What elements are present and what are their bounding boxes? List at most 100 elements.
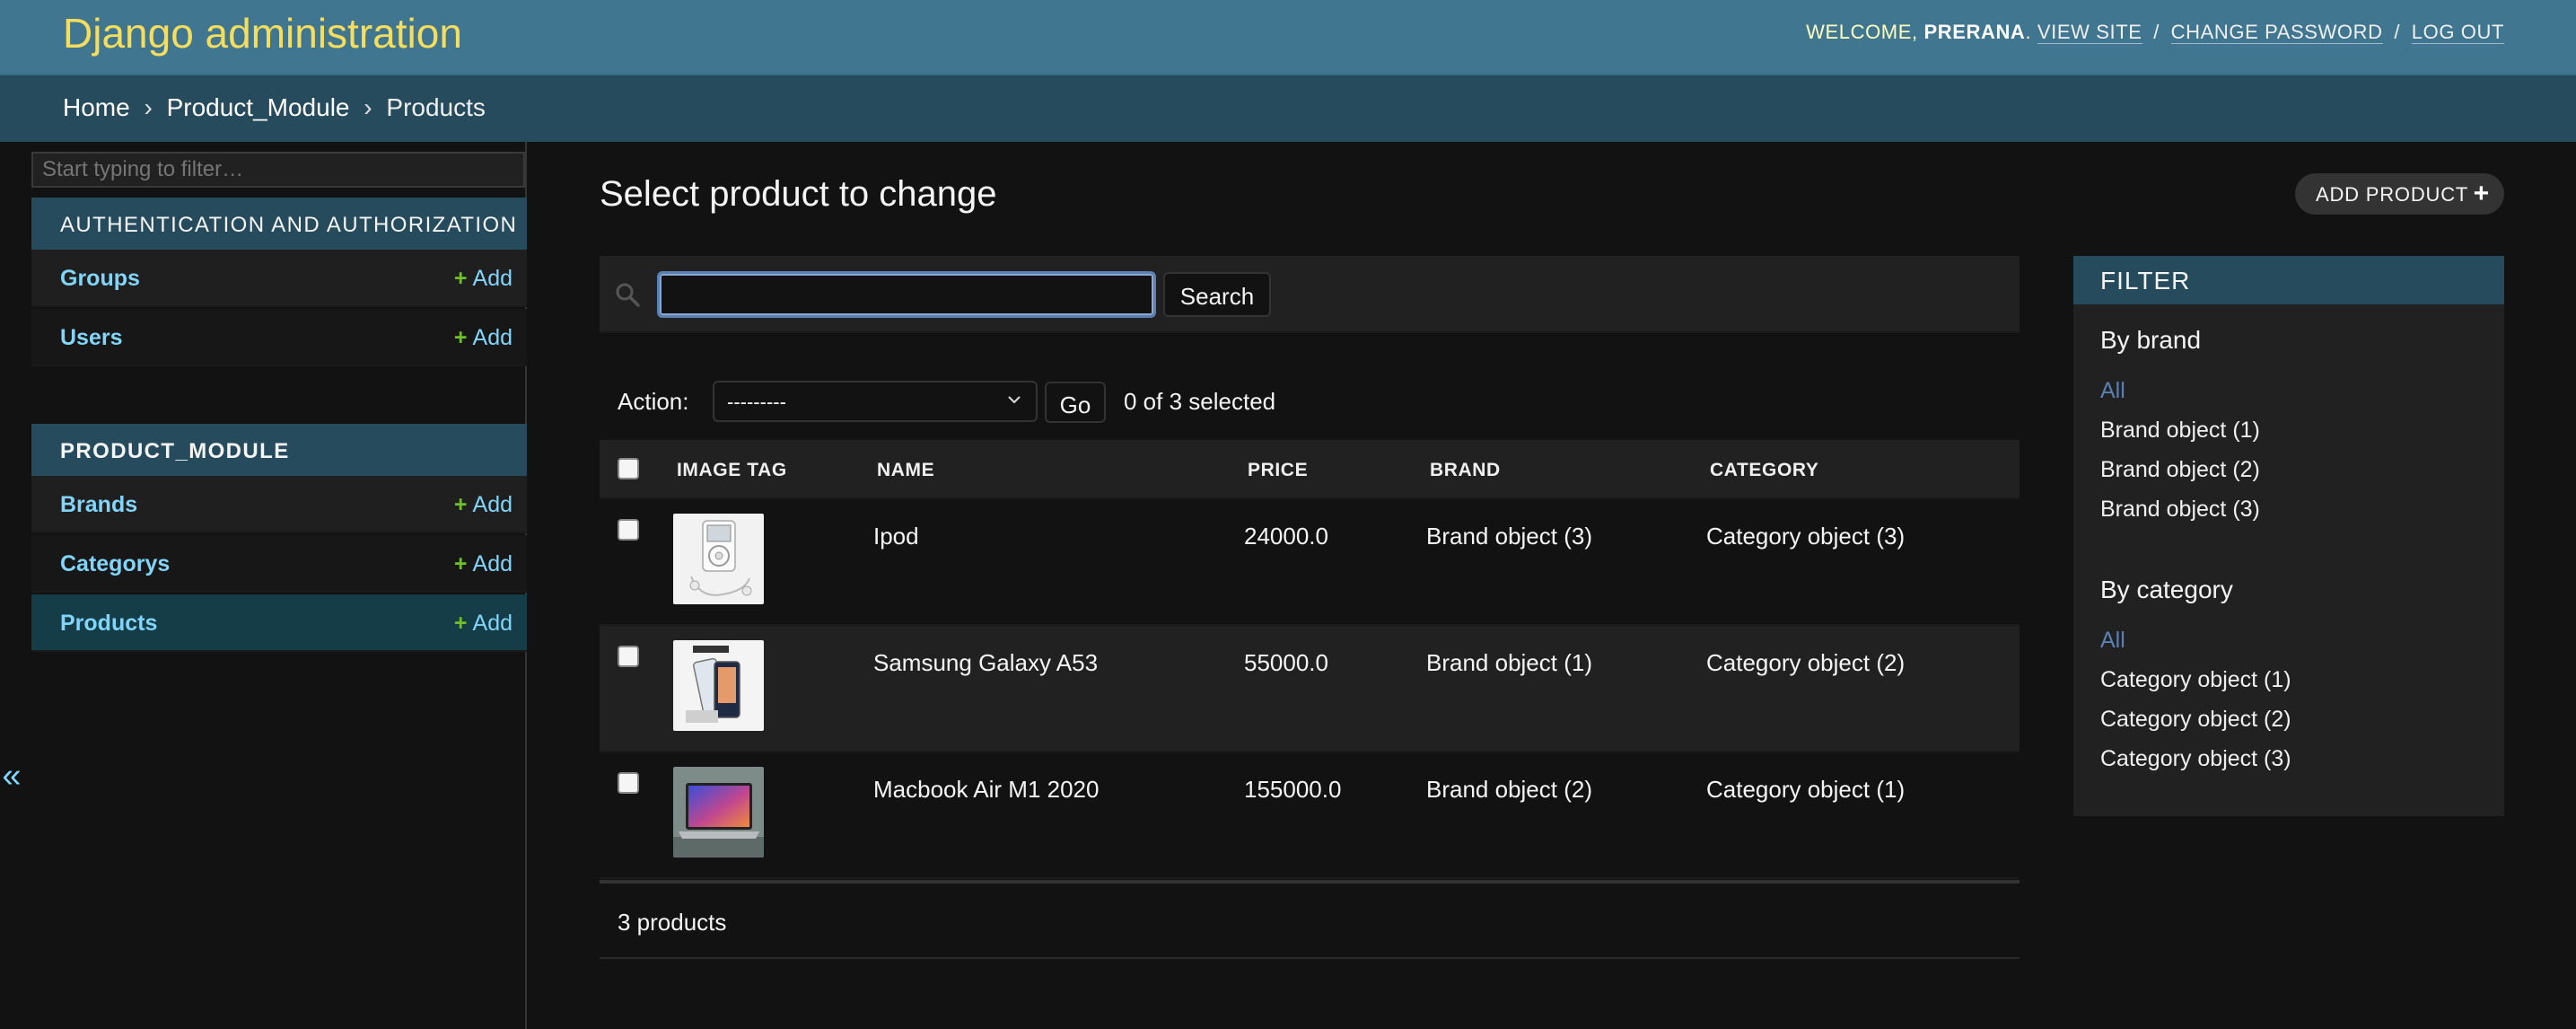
row-checkbox[interactable] xyxy=(618,646,639,667)
laptop-thumbnail xyxy=(673,767,764,858)
add-users-link[interactable]: + Add xyxy=(454,325,513,351)
sidebar-item-brands-link[interactable]: Brands xyxy=(60,492,137,518)
row-category: Category object (1) xyxy=(1706,776,1906,803)
sidebar-item-groups-link[interactable]: Groups xyxy=(60,266,140,292)
column-image-tag[interactable]: IMAGE TAG xyxy=(677,460,787,481)
row-name-link[interactable]: Samsung Galaxy A53 xyxy=(873,649,1098,677)
row-price: 24000.0 xyxy=(1244,523,1328,550)
filter-brand-option[interactable]: Brand object (1) xyxy=(2100,418,2260,444)
welcome-text: WELCOME, xyxy=(1806,21,1918,43)
user-tools-separator: / xyxy=(2394,21,2401,43)
row-checkbox[interactable] xyxy=(618,519,639,541)
add-products-link[interactable]: + Add xyxy=(454,611,513,637)
action-label: Action: xyxy=(618,388,689,415)
add-product-button[interactable]: ADD PRODUCT + xyxy=(2295,173,2504,215)
ipod-thumbnail xyxy=(673,514,764,604)
row-category: Category object (2) xyxy=(1706,649,1906,676)
welcome-period: . xyxy=(2025,21,2032,43)
table-row: Ipod 24000.0 Brand object (3) Category o… xyxy=(600,499,2020,626)
filter-title-brand: By brand xyxy=(2100,326,2202,354)
row-price: 55000.0 xyxy=(1244,649,1328,676)
sidebar-item-users: Users + Add xyxy=(31,309,527,366)
plus-icon: + xyxy=(2473,179,2490,208)
changelist-filter: FILTER By brand All Brand object (1) Bra… xyxy=(2073,256,2504,816)
sidebar-item-products-link[interactable]: Products xyxy=(60,611,157,637)
breadcrumb: Home › Product_Module › Products xyxy=(0,75,2576,142)
phone-thumbnail xyxy=(673,640,764,731)
add-product-label: ADD PRODUCT xyxy=(2316,183,2469,206)
sidebar-item-categorys: Categorys + Add xyxy=(31,535,527,593)
filter-category-option[interactable]: Category object (3) xyxy=(2100,746,2291,772)
sidebar-item-users-link[interactable]: Users xyxy=(60,325,123,351)
add-categorys-link[interactable]: + Add xyxy=(454,551,513,577)
add-brands-link[interactable]: + Add xyxy=(454,492,513,518)
breadcrumb-separator: › xyxy=(144,93,153,121)
add-label: Add xyxy=(472,325,513,350)
plus-icon: + xyxy=(453,266,468,291)
breadcrumb-home[interactable]: Home xyxy=(63,93,130,121)
table-row: Samsung Galaxy A53 55000.0 Brand object … xyxy=(600,626,2020,752)
filter-category-option[interactable]: Category object (2) xyxy=(2100,707,2291,733)
plus-icon: + xyxy=(453,492,468,517)
search-icon xyxy=(616,283,640,307)
add-label: Add xyxy=(472,492,513,517)
filter-category-option[interactable]: Category object (1) xyxy=(2100,667,2291,693)
page-title: Select product to change xyxy=(600,174,997,214)
go-button[interactable]: Go xyxy=(1045,382,1106,423)
log-out-link[interactable]: LOG OUT xyxy=(2411,21,2504,44)
nav-filter-input[interactable] xyxy=(31,152,525,188)
filter-brand-option[interactable]: Brand object (2) xyxy=(2100,457,2260,483)
row-name-link[interactable]: Ipod xyxy=(873,523,919,550)
column-price[interactable]: PRICE xyxy=(1248,460,1308,481)
row-brand: Brand object (1) xyxy=(1426,649,1592,676)
view-site-link[interactable]: VIEW SITE xyxy=(2037,21,2142,44)
search-button[interactable]: Search xyxy=(1163,272,1271,317)
header: Django administration WELCOME, PRERANA. … xyxy=(0,0,2576,75)
filter-title-category: By category xyxy=(2100,576,2233,603)
user-tools-separator: / xyxy=(2153,21,2160,43)
column-category[interactable]: CATEGORY xyxy=(1710,460,1818,481)
breadcrumb-current: Products xyxy=(386,93,486,121)
column-name[interactable]: NAME xyxy=(877,460,934,481)
table-row: Macbook Air M1 2020 155000.0 Brand objec… xyxy=(600,752,2020,879)
plus-icon: + xyxy=(453,551,468,576)
breadcrumb-module[interactable]: Product_Module xyxy=(167,93,350,121)
row-brand: Brand object (2) xyxy=(1426,776,1592,803)
chevron-down-icon xyxy=(1008,396,1021,404)
filter-header: FILTER xyxy=(2073,256,2504,304)
row-brand: Brand object (3) xyxy=(1426,523,1592,550)
action-selected-value: --------- xyxy=(727,391,786,413)
sidebar-item-groups: Groups + Add xyxy=(31,250,527,307)
select-all-checkbox[interactable] xyxy=(618,458,639,479)
module-caption-product[interactable]: PRODUCT_MODULE xyxy=(31,424,527,476)
filter-category-all[interactable]: All xyxy=(2100,628,2125,654)
add-label: Add xyxy=(472,611,513,636)
add-groups-link[interactable]: + Add xyxy=(454,266,513,292)
change-password-link[interactable]: CHANGE PASSWORD xyxy=(2170,21,2383,44)
action-select[interactable]: --------- xyxy=(713,381,1038,422)
result-count: 3 products xyxy=(618,909,727,936)
add-label: Add xyxy=(472,266,513,291)
site-branding[interactable]: Django administration xyxy=(63,9,462,57)
paginator: 3 products xyxy=(600,880,2020,959)
search-toolbar: Search xyxy=(600,256,2020,333)
row-price: 155000.0 xyxy=(1244,776,1342,803)
search-input[interactable] xyxy=(657,271,1156,318)
sidebar-item-brands: Brands + Add xyxy=(31,476,527,533)
sidebar-item-categorys-link[interactable]: Categorys xyxy=(60,551,170,577)
module-caption-auth[interactable]: AUTHENTICATION AND AUTHORIZATION xyxy=(31,198,527,250)
actions-bar: Action: --------- Go 0 of 3 selected xyxy=(600,370,2020,433)
breadcrumb-separator: › xyxy=(364,93,372,121)
user-tools: WELCOME, PRERANA. VIEW SITE / CHANGE PAS… xyxy=(1806,21,2504,44)
filter-brand-option[interactable]: Brand object (3) xyxy=(2100,497,2260,523)
selected-count: 0 of 3 selected xyxy=(1124,388,1276,415)
row-checkbox[interactable] xyxy=(618,772,639,794)
filter-brand-all[interactable]: All xyxy=(2100,378,2125,404)
sidebar-collapse-icon[interactable]: « xyxy=(0,758,23,794)
username: PRERANA xyxy=(1923,21,2026,43)
plus-icon: + xyxy=(453,611,468,636)
add-label: Add xyxy=(472,551,513,576)
row-name-link[interactable]: Macbook Air M1 2020 xyxy=(873,776,1099,804)
sidebar-item-products: Products + Add xyxy=(31,594,527,652)
column-brand[interactable]: BRAND xyxy=(1430,460,1501,481)
